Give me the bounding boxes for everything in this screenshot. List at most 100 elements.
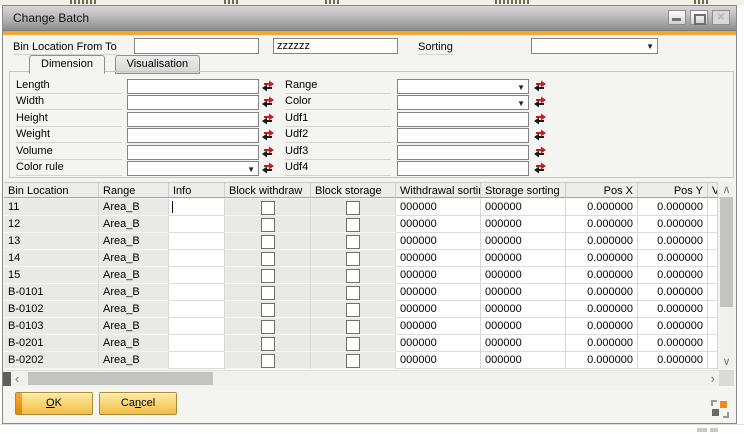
- cell-pos-x[interactable]: 0.000000: [566, 335, 638, 352]
- cell-pos-y[interactable]: 0.000000: [638, 284, 708, 301]
- cell-info[interactable]: [169, 216, 225, 233]
- checkbox-block-storage[interactable]: [346, 303, 360, 317]
- cell-bin[interactable]: 12: [4, 216, 99, 233]
- ok-button[interactable]: OK: [15, 392, 93, 415]
- checkbox-block-storage[interactable]: [346, 269, 360, 283]
- column-header-pos-x[interactable]: Pos X: [566, 183, 638, 197]
- pane-splitter-handle[interactable]: [3, 372, 11, 386]
- cell-pos-y[interactable]: 0.000000: [638, 250, 708, 267]
- cell-withdrawal-sorting[interactable]: 000000: [396, 352, 481, 369]
- refresh-icon-weight[interactable]: [261, 128, 275, 142]
- scroll-up-icon[interactable]: ∧: [719, 183, 734, 196]
- checkbox-block-withdraw[interactable]: [261, 354, 275, 368]
- vertical-scrollbar[interactable]: ∧ ∨: [719, 182, 734, 369]
- cell-bin[interactable]: 13: [4, 233, 99, 250]
- refresh-icon-range[interactable]: [533, 79, 547, 93]
- cell-info[interactable]: [169, 352, 225, 369]
- cell-info[interactable]: [169, 233, 225, 250]
- field-height-input[interactable]: [127, 112, 259, 127]
- cell-info[interactable]: [169, 284, 225, 301]
- checkbox-block-storage[interactable]: [346, 201, 360, 215]
- checkbox-block-withdraw[interactable]: [261, 303, 275, 317]
- scroll-left-icon[interactable]: ‹: [15, 372, 19, 385]
- cell-info[interactable]: [169, 199, 225, 216]
- field-weight-input[interactable]: [127, 128, 259, 143]
- cell-info[interactable]: [169, 267, 225, 284]
- cell-withdrawal-sorting[interactable]: 000000: [396, 199, 481, 216]
- tab-dimension[interactable]: Dimension: [29, 55, 105, 74]
- cell-pos-y[interactable]: 0.000000: [638, 352, 708, 369]
- refresh-icon-height[interactable]: [261, 112, 275, 126]
- close-button[interactable]: ✕: [712, 10, 730, 25]
- bin-location-to-input[interactable]: [273, 38, 398, 54]
- cell-pos-x[interactable]: 0.000000: [566, 216, 638, 233]
- table-row-b-0201[interactable]: B-0201Area_B0000000000000.0000000.000000: [4, 335, 718, 352]
- table-row-13[interactable]: 13Area_B0000000000000.0000000.000000: [4, 233, 718, 250]
- cell-withdrawal-sorting[interactable]: 000000: [396, 216, 481, 233]
- refresh-icon-color[interactable]: [533, 95, 547, 109]
- checkbox-block-storage[interactable]: [346, 218, 360, 232]
- field-range-dropdown[interactable]: ▼: [397, 79, 529, 94]
- horizontal-scroll-thumb[interactable]: [28, 372, 213, 385]
- refresh-icon-udf3[interactable]: [533, 145, 547, 159]
- resize-grip-icon[interactable]: [711, 400, 729, 418]
- cell-withdrawal-sorting[interactable]: 000000: [396, 250, 481, 267]
- cell-pos-y[interactable]: 0.000000: [638, 216, 708, 233]
- bin-location-from-input[interactable]: [134, 38, 259, 54]
- cell-storage-sorting[interactable]: 000000: [481, 301, 566, 318]
- column-header-bin-location[interactable]: Bin Location: [4, 183, 99, 197]
- cell-bin[interactable]: B-0103: [4, 318, 99, 335]
- refresh-icon-udf4[interactable]: [533, 161, 547, 175]
- cell-pos-x[interactable]: 0.000000: [566, 284, 638, 301]
- cell-storage-sorting[interactable]: 000000: [481, 267, 566, 284]
- table-row-11[interactable]: 11Area_B0000000000000.0000000.000000: [4, 199, 718, 216]
- column-header-pos-y[interactable]: Pos Y: [638, 183, 708, 197]
- table-row-b-0102[interactable]: B-0102Area_B0000000000000.0000000.000000: [4, 301, 718, 318]
- vertical-scroll-thumb[interactable]: [720, 197, 733, 307]
- refresh-icon-width[interactable]: [261, 95, 275, 109]
- table-row-15[interactable]: 15Area_B0000000000000.0000000.000000: [4, 267, 718, 284]
- cell-bin[interactable]: B-0101: [4, 284, 99, 301]
- cell-storage-sorting[interactable]: 000000: [481, 335, 566, 352]
- cell-bin[interactable]: B-0202: [4, 352, 99, 369]
- cell-storage-sorting[interactable]: 000000: [481, 216, 566, 233]
- scroll-down-icon[interactable]: ∨: [719, 355, 734, 368]
- checkbox-block-withdraw[interactable]: [261, 320, 275, 334]
- cell-withdrawal-sorting[interactable]: 000000: [396, 335, 481, 352]
- field-length-input[interactable]: [127, 79, 259, 94]
- checkbox-block-storage[interactable]: [346, 286, 360, 300]
- cell-pos-y[interactable]: 0.000000: [638, 233, 708, 250]
- cell-withdrawal-sorting[interactable]: 000000: [396, 233, 481, 250]
- field-volume-input[interactable]: [127, 145, 259, 160]
- field-udf4-input[interactable]: [397, 161, 529, 176]
- cancel-button[interactable]: Cancel: [99, 392, 177, 415]
- checkbox-block-withdraw[interactable]: [261, 252, 275, 266]
- cell-pos-y[interactable]: 0.000000: [638, 318, 708, 335]
- cell-withdrawal-sorting[interactable]: 000000: [396, 301, 481, 318]
- field-color-rule-dropdown[interactable]: ▼: [127, 161, 259, 176]
- cell-pos-y[interactable]: 0.000000: [638, 199, 708, 216]
- cell-info[interactable]: [169, 301, 225, 318]
- sorting-dropdown[interactable]: ▼: [531, 38, 658, 54]
- cell-info[interactable]: [169, 250, 225, 267]
- field-udf3-input[interactable]: [397, 145, 529, 160]
- checkbox-block-storage[interactable]: [346, 320, 360, 334]
- column-header-info[interactable]: Info: [169, 183, 225, 197]
- cell-pos-x[interactable]: 0.000000: [566, 318, 638, 335]
- cell-bin[interactable]: 11: [4, 199, 99, 216]
- cell-pos-y[interactable]: 0.000000: [638, 267, 708, 284]
- column-header-block-withdraw[interactable]: Block withdraw: [225, 183, 311, 197]
- field-udf1-input[interactable]: [397, 112, 529, 127]
- cell-pos-x[interactable]: 0.000000: [566, 352, 638, 369]
- table-row-b-0202[interactable]: B-0202Area_B0000000000000.0000000.000000: [4, 352, 718, 369]
- table-row-b-0101[interactable]: B-0101Area_B0000000000000.0000000.000000: [4, 284, 718, 301]
- cell-storage-sorting[interactable]: 000000: [481, 318, 566, 335]
- cell-info[interactable]: [169, 335, 225, 352]
- cell-pos-x[interactable]: 0.000000: [566, 199, 638, 216]
- cell-storage-sorting[interactable]: 000000: [481, 250, 566, 267]
- cell-bin[interactable]: 14: [4, 250, 99, 267]
- cell-storage-sorting[interactable]: 000000: [481, 284, 566, 301]
- cell-bin[interactable]: 15: [4, 267, 99, 284]
- checkbox-block-withdraw[interactable]: [261, 201, 275, 215]
- cell-withdrawal-sorting[interactable]: 000000: [396, 318, 481, 335]
